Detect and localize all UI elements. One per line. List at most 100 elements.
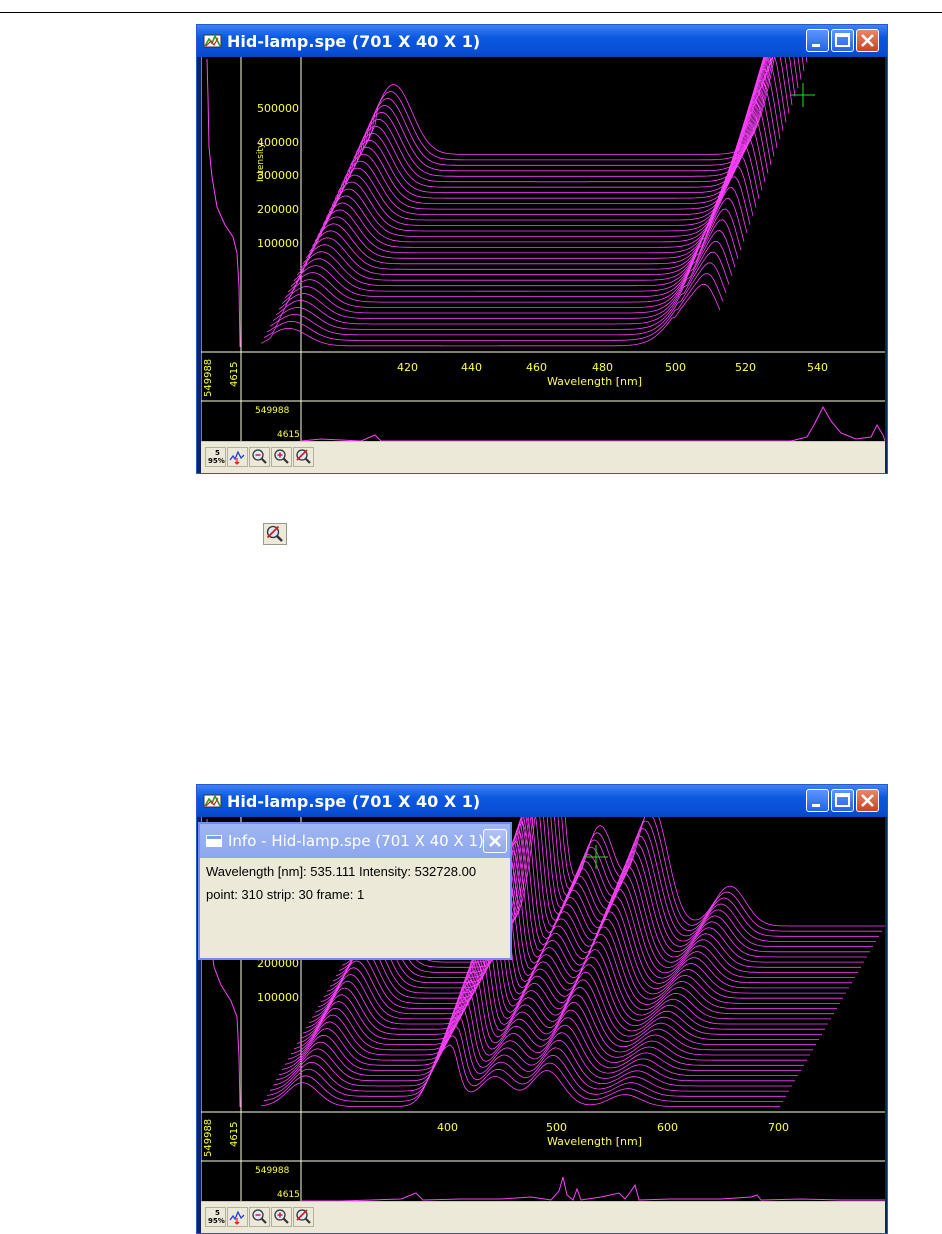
waterfall-traces (260, 0, 826, 347)
waterfall-trace (305, 122, 766, 265)
maximize-icon (835, 33, 850, 47)
waterfall-trace (263, 1035, 783, 1102)
spectrum-plot-area[interactable]: 500000 400000 300000 200000 100000 Inten… (200, 0, 886, 442)
peak-marker-icon (229, 1210, 245, 1225)
y-tick-label: 100000 (257, 991, 299, 1004)
minimize-button[interactable] (806, 29, 829, 52)
zoom-reset-icon (266, 525, 283, 542)
zoom-out-button[interactable] (249, 447, 270, 467)
x-tick-label: 520 (735, 361, 756, 374)
x-tick-label: 540 (807, 361, 828, 374)
zoom-in-button[interactable] (271, 1207, 292, 1227)
waterfall-trace (311, 101, 772, 254)
close-icon (861, 34, 874, 47)
close-button[interactable] (856, 29, 879, 52)
x-tick-label: 500 (546, 1121, 567, 1134)
strip-max-value: 549988 (255, 406, 290, 416)
zoom-reset-button[interactable] (293, 447, 314, 467)
zoom-in-button[interactable] (271, 447, 292, 467)
svg-text:5: 5 (215, 449, 220, 457)
waterfall-trace (353, 0, 814, 177)
info-titlebar[interactable]: Info - Hid-lamp.spe (701 X 40 X 1) (200, 824, 510, 858)
waterfall-trace (344, 0, 805, 194)
side-min-value: 4615 (229, 1122, 240, 1147)
peak-marker-button[interactable] (227, 1207, 248, 1227)
x-tick-label: 420 (397, 361, 418, 374)
peak-marker-icon (229, 450, 245, 465)
waterfall-trace (284, 197, 745, 303)
close-icon (489, 835, 501, 847)
info-close-button[interactable] (483, 829, 507, 853)
x-tick-label: 480 (592, 361, 613, 374)
side-max-value: 549988 (203, 1119, 214, 1157)
maximize-icon (835, 793, 850, 807)
x-tick-label: 440 (461, 361, 482, 374)
page-header-rule (0, 12, 942, 13)
peak-marker-button[interactable] (227, 447, 248, 467)
percentile-scale-button[interactable]: 5 95% (205, 1207, 226, 1227)
strip-max-value: 549988 (255, 1166, 290, 1176)
percentile-scale-icon: 5 95% (208, 449, 225, 465)
zoom-reset-icon (296, 1209, 311, 1224)
waterfall-trace (350, 0, 811, 183)
percentile-scale-button[interactable]: 5 95% (205, 447, 226, 467)
x-axis-title: Wavelength [nm] (547, 1135, 642, 1148)
svg-text:95%: 95% (208, 1217, 225, 1225)
strip-spectrum-trace (300, 405, 886, 442)
app-spectrum-icon (203, 794, 222, 808)
app-spectrum-icon (203, 34, 222, 48)
side-max-value: 549988 (203, 359, 214, 397)
zoom-out-button[interactable] (249, 1207, 270, 1227)
x-tick-label: 700 (768, 1121, 789, 1134)
waterfall-trace (293, 165, 754, 287)
window-title: Hid-lamp.spe (701 X 40 X 1) (227, 792, 481, 811)
minimize-icon (812, 44, 820, 47)
waterfall-trace (278, 988, 798, 1076)
percentile-scale-icon: 5 95% (208, 1209, 225, 1225)
strip-min-value: 4615 (277, 1190, 300, 1200)
x-tick-label: 460 (526, 361, 547, 374)
close-button[interactable] (856, 789, 879, 812)
zoom-out-icon (252, 449, 267, 464)
waterfall-trace (263, 273, 724, 341)
x-axis-title: Wavelength [nm] (547, 375, 642, 388)
side-min-value: 4615 (229, 362, 240, 387)
maximize-button[interactable] (831, 29, 854, 52)
y-axis-title: Intensity (256, 142, 266, 182)
zoom-reset-reference-icon (263, 523, 287, 545)
info-dialog[interactable]: Info - Hid-lamp.spe (701 X 40 X 1) Wavel… (198, 822, 512, 960)
zoom-in-icon (274, 1209, 289, 1224)
window-titlebar[interactable]: Hid-lamp.spe (701 X 40 X 1) (197, 785, 887, 817)
waterfall-trace (314, 90, 775, 248)
svg-text:95%: 95% (208, 457, 225, 465)
info-title: Info - Hid-lamp.spe (701 X 40 X 1) (228, 832, 484, 850)
maximize-button[interactable] (831, 789, 854, 812)
y-tick-label: 200000 (257, 203, 299, 216)
zoom-reset-button[interactable] (293, 1207, 314, 1227)
strip-min-value: 4615 (277, 430, 300, 440)
zoom-reset-icon (296, 449, 311, 464)
strip-spectrum-trace (301, 1176, 885, 1202)
zoom-in-icon (274, 449, 289, 464)
minimize-button[interactable] (806, 789, 829, 812)
y-tick-label: 500000 (257, 102, 299, 115)
plot-toolbar: 5 95% (201, 441, 885, 473)
window-icon (206, 835, 222, 847)
window-title: Hid-lamp.spe (701 X 40 X 1) (227, 32, 481, 51)
window-titlebar[interactable]: Hid-lamp.spe (701 X 40 X 1) (197, 25, 887, 57)
waterfall-trace (260, 283, 721, 347)
x-tick-label: 500 (665, 361, 686, 374)
y-tick-label: 100000 (257, 237, 299, 250)
side-intensity-profile (206, 58, 241, 348)
x-tick-label: 400 (437, 1121, 458, 1134)
minimize-icon (812, 804, 820, 807)
close-icon (861, 794, 874, 807)
zoom-out-icon (252, 1209, 267, 1224)
cursor-crosshair (791, 83, 815, 107)
plot-toolbar: 5 95% (201, 1201, 885, 1233)
svg-text:5: 5 (215, 1209, 220, 1217)
info-wavelength-intensity: Wavelength [nm]: 535.111 Intensity: 5327… (206, 864, 477, 879)
spectrum-window-top[interactable]: Hid-lamp.spe (701 X 40 X 1) 500000 40000… (196, 0, 888, 474)
waterfall-trace (359, 0, 820, 166)
info-point-strip-frame: point: 310 strip: 30 frame: 1 (206, 887, 365, 902)
